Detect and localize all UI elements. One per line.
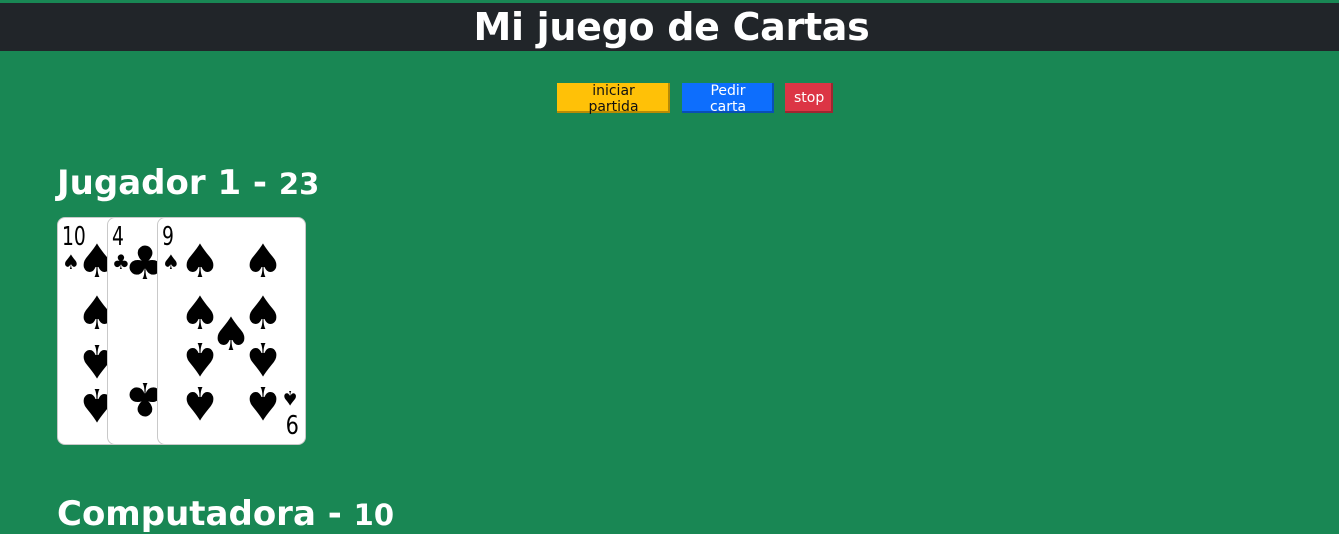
start-game-button[interactable]: iniciar partida bbox=[557, 83, 670, 115]
computer-points: 10 bbox=[353, 498, 395, 532]
player-heading: Jugador 1 - 23 bbox=[57, 163, 319, 203]
draw-card-button[interactable]: Pedir carta bbox=[682, 83, 774, 115]
player-name: Jugador 1 - bbox=[57, 163, 279, 203]
computer-heading: Computadora - 10 bbox=[57, 494, 394, 534]
spade-icon: ♠ bbox=[242, 376, 284, 430]
card-rank: 9 bbox=[162, 222, 174, 252]
stop-button[interactable]: stop bbox=[785, 83, 833, 113]
spade-icon: ♠ bbox=[179, 234, 221, 288]
player-points: 23 bbox=[278, 167, 320, 201]
player-card-3: 9 ♠ ♠ ♠ ♠ ♠ ♠ ♠ ♠ ♠ ♠ ♠ 9 bbox=[157, 217, 306, 445]
spade-icon: ♠ bbox=[242, 234, 284, 288]
card-rank: 9 bbox=[286, 408, 300, 438]
page-title: Mi juego de Cartas bbox=[473, 5, 870, 49]
top-bar: Mi juego de Cartas bbox=[0, 3, 1339, 51]
spade-icon: ♠ bbox=[179, 376, 221, 430]
spade-icon: ♠ bbox=[281, 386, 299, 410]
computer-name: Computadora - bbox=[57, 494, 354, 534]
